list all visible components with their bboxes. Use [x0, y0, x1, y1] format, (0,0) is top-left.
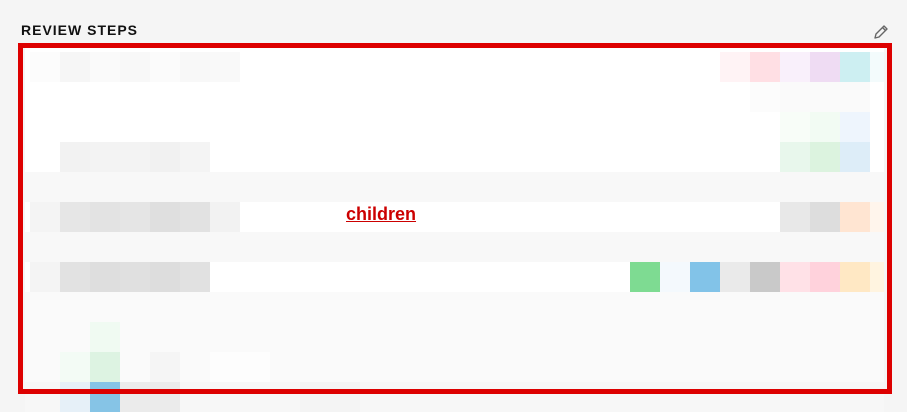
- step-cell: [60, 142, 90, 172]
- step-status-cell: [870, 262, 884, 292]
- step-status-cell: [840, 142, 870, 172]
- step-cell: [60, 202, 90, 232]
- step-cell: [150, 202, 180, 232]
- step-status-cell: [840, 82, 870, 112]
- step-status-cell: [750, 82, 780, 112]
- step-cell: [240, 352, 270, 382]
- step-cell: [120, 202, 150, 232]
- step-status-cell: [780, 52, 810, 82]
- step-cell: [30, 262, 60, 292]
- step-cell: [330, 382, 360, 412]
- step-cell: [90, 52, 120, 82]
- step-cell: [60, 52, 90, 82]
- step-cell: [150, 52, 180, 82]
- step-status-cell: [750, 262, 780, 292]
- step-row-band: [25, 322, 884, 352]
- step-status-cell: [840, 262, 870, 292]
- step-row-band: [25, 172, 884, 202]
- step-cell: [150, 382, 180, 412]
- step-status-cell: [810, 262, 840, 292]
- step-cell: [210, 202, 240, 232]
- step-status-cell: [690, 262, 720, 292]
- step-cell: [180, 202, 210, 232]
- section-title: REVIEW STEPS: [21, 22, 139, 38]
- step-status-cell: [780, 262, 810, 292]
- step-cell: [150, 142, 180, 172]
- step-cell: [150, 352, 180, 382]
- step-cell: [90, 262, 120, 292]
- step-cell: [60, 382, 90, 412]
- step-cell: [120, 142, 150, 172]
- step-status-cell: [660, 262, 690, 292]
- review-steps-panel: [25, 48, 884, 412]
- step-cell: [210, 352, 240, 382]
- step-status-cell: [810, 142, 840, 172]
- step-cell: [120, 382, 150, 412]
- step-status-cell: [720, 262, 750, 292]
- step-cell: [120, 52, 150, 82]
- step-cell: [150, 262, 180, 292]
- children-label: children: [346, 204, 417, 224]
- step-cell: [180, 262, 210, 292]
- step-status-cell: [810, 112, 840, 142]
- step-status-cell: [810, 82, 840, 112]
- step-status-cell: [780, 82, 810, 112]
- step-cell: [180, 142, 210, 172]
- edit-button[interactable]: [871, 22, 891, 42]
- step-status-cell: [870, 52, 884, 82]
- step-status-cell: [780, 112, 810, 142]
- step-cell: [60, 352, 90, 382]
- step-cell: [90, 352, 120, 382]
- step-status-cell: [750, 52, 780, 82]
- step-status-cell: [810, 52, 840, 82]
- step-status-cell: [780, 202, 810, 232]
- step-cell: [60, 262, 90, 292]
- step-status-cell: [870, 202, 884, 232]
- step-status-cell: [840, 52, 870, 82]
- step-row-band: [25, 232, 884, 262]
- step-cell: [180, 52, 210, 82]
- step-status-cell: [630, 262, 660, 292]
- step-status-cell: [780, 142, 810, 172]
- step-cell: [30, 202, 60, 232]
- step-cell: [90, 382, 120, 412]
- step-cell: [120, 262, 150, 292]
- step-cell: [300, 382, 330, 412]
- step-status-cell: [840, 202, 870, 232]
- step-status-cell: [840, 112, 870, 142]
- step-cell: [90, 142, 120, 172]
- step-row-band: [25, 292, 884, 322]
- step-cell: [90, 322, 120, 352]
- step-cell: [210, 52, 240, 82]
- pencil-icon: [874, 25, 888, 39]
- step-cell: [30, 52, 60, 82]
- step-status-cell: [720, 52, 750, 82]
- step-status-cell: [810, 202, 840, 232]
- step-cell: [90, 202, 120, 232]
